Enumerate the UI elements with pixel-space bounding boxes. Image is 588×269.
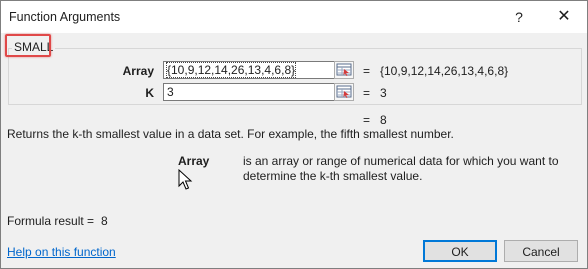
array-input-value: {10,9,12,14,26,13,4,6,8} bbox=[165, 62, 297, 78]
formula-result-label: Formula result = bbox=[7, 214, 95, 228]
ok-button[interactable]: OK bbox=[423, 240, 497, 262]
range-select-icon bbox=[336, 85, 352, 98]
formula-result-value: 8 bbox=[101, 214, 108, 228]
k-input-value: 3 bbox=[167, 85, 174, 99]
argument-help-text: is an array or range of numerical data f… bbox=[243, 154, 559, 183]
array-collapse-button[interactable] bbox=[334, 61, 354, 79]
k-equals-sign: = bbox=[363, 86, 371, 100]
arg-label-k: K bbox=[145, 86, 154, 100]
help-button[interactable]: ? bbox=[507, 5, 531, 29]
arg-label-array: Array bbox=[122, 64, 154, 78]
result-preview-value: 8 bbox=[380, 113, 387, 127]
title-bar: Function Arguments ? ✕ bbox=[1, 1, 587, 33]
help-on-function-link[interactable]: Help on this function bbox=[7, 245, 116, 259]
function-description: Returns the k-th smallest value in a dat… bbox=[7, 127, 454, 141]
array-equals-sign: = bbox=[363, 64, 371, 78]
function-arguments-dialog: Function Arguments ? ✕ SMALL Array {10,9… bbox=[0, 0, 588, 269]
close-button[interactable]: ✕ bbox=[551, 5, 577, 29]
dialog-title: Function Arguments bbox=[9, 10, 121, 24]
k-input[interactable]: 3 bbox=[163, 83, 353, 101]
k-evaluated-value: 3 bbox=[380, 86, 387, 100]
cancel-button[interactable]: Cancel bbox=[504, 240, 578, 262]
k-collapse-button[interactable] bbox=[334, 83, 354, 101]
range-select-icon bbox=[336, 63, 352, 76]
array-evaluated-value: {10,9,12,14,26,13,4,6,8} bbox=[380, 64, 509, 78]
array-input[interactable]: {10,9,12,14,26,13,4,6,8} bbox=[163, 61, 353, 79]
argument-help-name: Array bbox=[178, 154, 210, 168]
mouse-pointer-icon bbox=[178, 169, 193, 190]
result-preview-equals: = bbox=[363, 113, 371, 127]
function-name-highlight bbox=[5, 34, 51, 57]
